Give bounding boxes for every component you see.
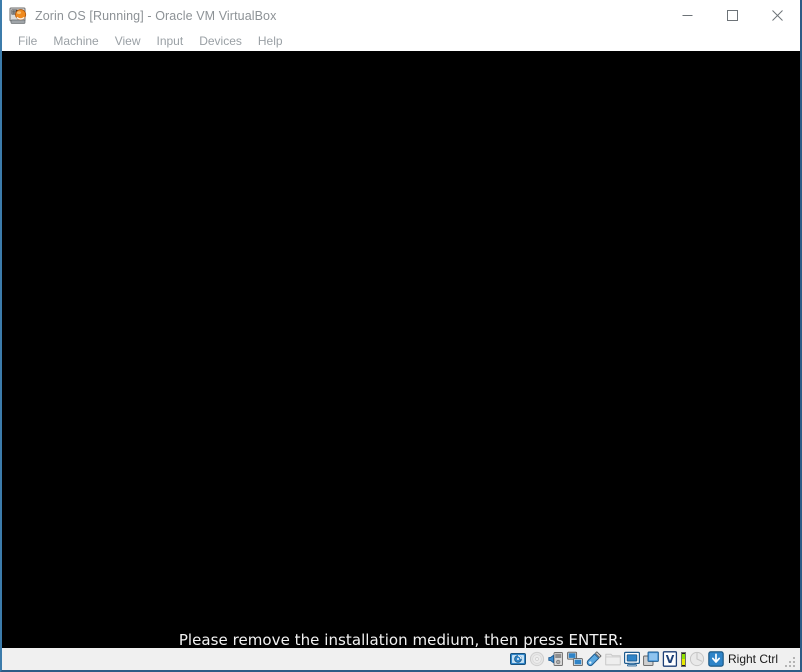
optical-drive-icon[interactable] [529,651,545,667]
window-controls [665,0,800,31]
virtualbox-vm-window: Zorin OS [Running] - Oracle VM VirtualBo… [0,0,802,672]
window-title: Zorin OS [Running] - Oracle VM VirtualBo… [35,8,277,23]
vm-console-message: Please remove the installation medium, t… [178,631,624,648]
menu-machine[interactable]: Machine [45,31,106,51]
menubar: File Machine View Input Devices Help [2,31,800,51]
vm-statusbar: V Right Ctrl [2,648,800,670]
audio-icon[interactable] [548,651,564,667]
status-icon-group: V [509,648,724,670]
shared-folders-icon[interactable] [605,651,621,667]
window-titlebar: Zorin OS [Running] - Oracle VM VirtualBo… [2,0,800,31]
virtualbox-features-icon[interactable]: V [662,651,678,667]
recording-icon[interactable] [643,651,659,667]
menu-input[interactable]: Input [149,31,192,51]
vm-guest-screen[interactable]: Please remove the installation medium, t… [2,51,800,648]
maximize-button[interactable] [710,0,755,31]
host-key-label: Right Ctrl [727,652,778,666]
hard-disk-icon[interactable] [509,651,526,667]
display-icon[interactable] [623,651,640,667]
resize-grip[interactable] [784,656,797,669]
virtualbox-machine-icon [9,7,27,25]
menu-devices[interactable]: Devices [191,31,250,51]
host-key-icon[interactable] [708,651,724,667]
menu-view[interactable]: View [107,31,149,51]
network-icon[interactable] [567,651,583,667]
svg-text:V: V [666,653,675,666]
cpu-load-indicator [680,651,686,667]
menu-help[interactable]: Help [250,31,291,51]
menu-file[interactable]: File [10,31,45,51]
usb-icon[interactable] [586,651,602,667]
close-button[interactable] [755,0,800,31]
mouse-integration-icon[interactable] [689,651,705,667]
minimize-button[interactable] [665,0,710,31]
